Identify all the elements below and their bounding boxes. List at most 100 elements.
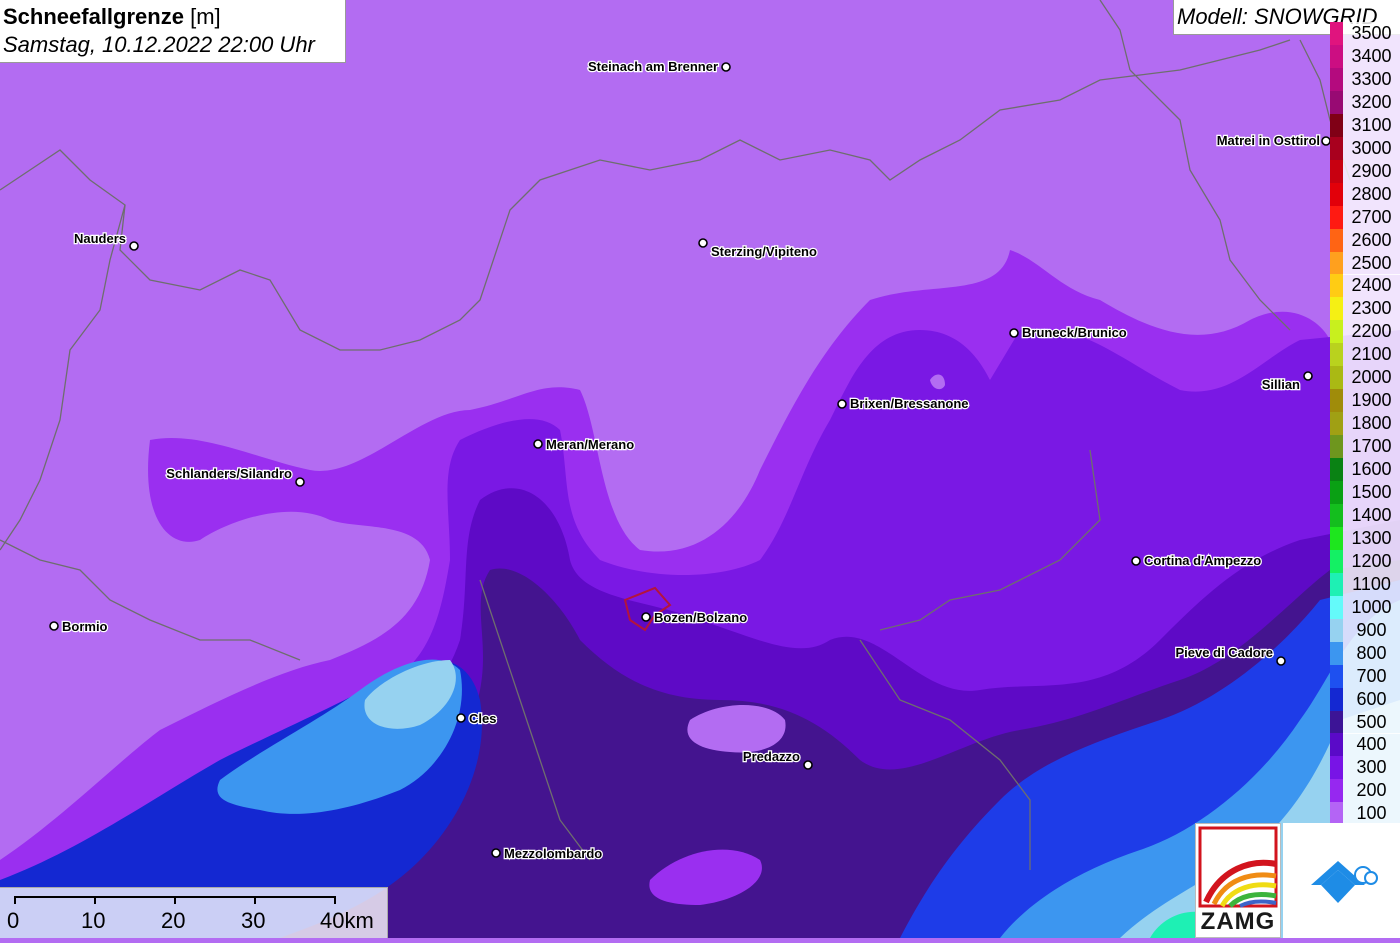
city-dot bbox=[721, 62, 731, 72]
legend-row: 2100 bbox=[1328, 343, 1400, 367]
city-label: Nauders bbox=[74, 231, 126, 246]
city-dot bbox=[1009, 328, 1019, 338]
legend-swatch bbox=[1330, 618, 1343, 642]
legend-label: 2700 bbox=[1343, 205, 1400, 229]
legend-swatch bbox=[1330, 526, 1343, 550]
legend-swatch bbox=[1330, 503, 1343, 527]
city-label: Schlanders/Silandro bbox=[166, 466, 292, 481]
legend-label: 600 bbox=[1343, 687, 1400, 711]
legend-swatch bbox=[1330, 572, 1343, 596]
city-label: Mezzolombardo bbox=[504, 846, 602, 861]
legend-row: 3200 bbox=[1328, 90, 1400, 114]
legend-swatch bbox=[1330, 756, 1343, 780]
legend-row: 1000 bbox=[1328, 595, 1400, 619]
legend-label: 2000 bbox=[1343, 366, 1400, 390]
city-dot bbox=[698, 238, 708, 248]
legend-label: 2800 bbox=[1343, 182, 1400, 206]
legend-row: 500 bbox=[1328, 710, 1400, 734]
legend-label: 1800 bbox=[1343, 412, 1400, 436]
legend-label: 800 bbox=[1343, 641, 1400, 665]
legend-swatch bbox=[1330, 595, 1343, 619]
legend-label: 400 bbox=[1343, 733, 1400, 757]
title-box: Schneefallgrenze [m] Samstag, 10.12.2022… bbox=[0, 0, 346, 63]
city-label: Cles bbox=[469, 711, 496, 726]
legend-row: 1500 bbox=[1328, 481, 1400, 504]
legend-swatch bbox=[1330, 90, 1343, 114]
legend-row: 3500 bbox=[1328, 22, 1400, 45]
city-label: Brixen/Bressanone bbox=[850, 396, 969, 411]
legend-swatch bbox=[1330, 251, 1343, 275]
legend-swatch bbox=[1330, 389, 1343, 413]
app-logo bbox=[1283, 823, 1400, 938]
city-marker: Bozen/Bolzano bbox=[641, 609, 748, 626]
cloud-arrow-icon bbox=[1311, 861, 1378, 903]
legend-swatch bbox=[1330, 22, 1343, 45]
legend-label: 3400 bbox=[1343, 44, 1400, 68]
legend-row: 1300 bbox=[1328, 526, 1400, 550]
legend-swatch bbox=[1330, 664, 1343, 688]
legend-row: 900 bbox=[1328, 618, 1400, 642]
zamg-logo: ZAMG bbox=[1195, 823, 1281, 938]
legend-swatch bbox=[1330, 136, 1343, 160]
city-label: Steinach am Brenner bbox=[588, 59, 718, 74]
city-dot bbox=[533, 439, 543, 449]
city-marker: Steinach am Brenner bbox=[587, 58, 731, 75]
city-marker: Bruneck/Brunico bbox=[1009, 324, 1128, 341]
legend-label: 1100 bbox=[1343, 572, 1400, 596]
legend-row: 2400 bbox=[1328, 274, 1400, 298]
zamg-rainbow-icon bbox=[1198, 826, 1278, 908]
city-label: Sterzing/Vipiteno bbox=[711, 244, 817, 259]
legend-swatch bbox=[1330, 320, 1343, 344]
legend-row: 1200 bbox=[1328, 549, 1400, 573]
legend-label: 2300 bbox=[1343, 297, 1400, 321]
legend-label: 500 bbox=[1343, 710, 1400, 734]
legend-label: 1400 bbox=[1343, 503, 1400, 527]
scale-tick bbox=[94, 896, 96, 904]
legend-label: 3300 bbox=[1343, 67, 1400, 91]
legend-swatch bbox=[1330, 44, 1343, 68]
scale-tick bbox=[334, 896, 336, 904]
city-marker: Matrei in Osttirol bbox=[1215, 132, 1331, 149]
title-line-1: Schneefallgrenze [m] bbox=[3, 3, 345, 31]
city-dot bbox=[49, 621, 59, 631]
scale-tick bbox=[174, 896, 176, 904]
legend-row: 2700 bbox=[1328, 205, 1400, 229]
legend-swatch bbox=[1330, 67, 1343, 91]
legend-row: 3300 bbox=[1328, 67, 1400, 91]
scale-bar: 0 10 20 30 40km bbox=[0, 887, 388, 938]
legend-row: 2500 bbox=[1328, 251, 1400, 275]
city-marker: Meran/Merano bbox=[533, 436, 635, 453]
legend-row: 300 bbox=[1328, 756, 1400, 780]
legend-row: 2900 bbox=[1328, 159, 1400, 183]
legend-row: 1900 bbox=[1328, 389, 1400, 413]
city-label: Pieve di Cadore bbox=[1175, 645, 1273, 660]
map-unit: [m] bbox=[190, 4, 221, 29]
legend-row: 2000 bbox=[1328, 366, 1400, 390]
map-title: Schneefallgrenze bbox=[3, 4, 184, 29]
legend-swatch bbox=[1330, 802, 1343, 826]
legend-label: 1700 bbox=[1343, 435, 1400, 459]
legend-swatch bbox=[1330, 641, 1343, 665]
legend-label: 2200 bbox=[1343, 320, 1400, 344]
legend-swatch bbox=[1330, 205, 1343, 229]
snowline-map[interactable]: Steinach am Brenner Matrei in Osttirol Nau… bbox=[0, 0, 1400, 938]
legend-label: 1200 bbox=[1343, 549, 1400, 573]
city-label: Predazzo bbox=[743, 749, 800, 764]
legend-label: 2400 bbox=[1343, 274, 1400, 298]
legend-row: 1800 bbox=[1328, 412, 1400, 436]
scale-label-20: 20 bbox=[161, 908, 186, 933]
city-dot bbox=[1303, 371, 1313, 381]
legend-swatch bbox=[1330, 366, 1343, 390]
color-legend: 3500 3400 3300 3200 3100 3000 2900 2800 2700 2600… bbox=[1328, 22, 1400, 826]
legend-swatch bbox=[1330, 733, 1343, 757]
legend-row: 1400 bbox=[1328, 503, 1400, 527]
city-dot bbox=[803, 760, 813, 770]
legend-label: 3200 bbox=[1343, 90, 1400, 114]
scale-tick bbox=[14, 896, 16, 904]
city-label: Bozen/Bolzano bbox=[654, 610, 747, 625]
city-label: Bruneck/Brunico bbox=[1022, 325, 1127, 340]
legend-label: 3100 bbox=[1343, 113, 1400, 137]
legend-swatch bbox=[1330, 182, 1343, 206]
city-dot bbox=[295, 477, 305, 487]
legend-label: 300 bbox=[1343, 756, 1400, 780]
